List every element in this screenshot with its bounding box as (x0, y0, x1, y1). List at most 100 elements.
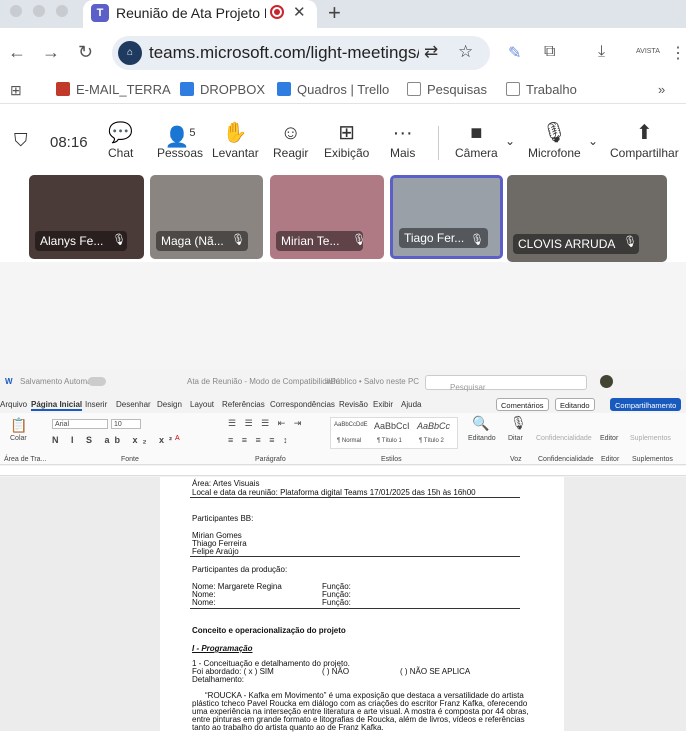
tab-correspondencias[interactable]: Correspondências (270, 400, 335, 409)
editing-mode-button[interactable]: Editando (555, 398, 595, 411)
addins-button[interactable]: Suplementos (630, 435, 671, 442)
avista-extension-icon[interactable]: AVISTA (636, 48, 660, 55)
tab-layout[interactable]: Layout (190, 400, 214, 409)
url-text[interactable]: teams.microsoft.com/light-meetings/l... (149, 43, 419, 63)
bookmark-dropbox[interactable]: DROPBOX (180, 82, 265, 97)
view-button[interactable]: ⊞ Exibição (324, 122, 369, 160)
paste-label[interactable]: Colar (10, 435, 27, 442)
microphone-button[interactable]: 🎙 Microfone (528, 122, 581, 160)
group-label: Fonte (121, 456, 139, 463)
tab-exibir[interactable]: Exibir (373, 400, 393, 409)
font-color-icon[interactable]: A (175, 435, 180, 442)
sensitivity-button[interactable]: Confidencialidade (536, 435, 592, 442)
apps-grid-icon[interactable]: ⊞ (10, 82, 22, 99)
site-info-icon[interactable]: ⌂ (118, 41, 142, 65)
camera-icon: ■ (470, 122, 483, 144)
table-rule (190, 556, 520, 557)
new-tab-button[interactable]: + (328, 0, 341, 26)
tab-design[interactable]: Design (157, 400, 182, 409)
user-avatar[interactable] (600, 375, 613, 388)
style-normal-preview[interactable]: AaBbCcDdE (334, 422, 368, 428)
doc-programacao: I - Programação (192, 644, 253, 653)
word-icon: W (5, 377, 13, 386)
font-format-buttons[interactable]: N I S ab x₂ x² (52, 435, 177, 445)
participant-name: Mirian Te... (276, 231, 364, 251)
autosave-toggle[interactable] (88, 377, 106, 386)
word-title-bar: W Salvamento Automático Ata de Reunião -… (0, 370, 686, 394)
download-icon[interactable]: ⤓ (598, 43, 605, 61)
group-label: Estilos (381, 456, 402, 463)
style-heading1-preview[interactable]: AaBbCcI (374, 421, 410, 431)
participant-video-tile[interactable]: Mirian Te... 🎙 (270, 175, 384, 259)
share-button[interactable]: ⬆ Compartilhar (610, 122, 679, 160)
group-label: Suplementos (632, 456, 673, 463)
browser-tab-active[interactable]: T Reunião de Ata Projeto RC ✕ (83, 0, 317, 28)
translate-icon[interactable]: ⇄ (424, 42, 438, 62)
meeting-stage (0, 262, 686, 370)
extensions-icon[interactable]: ⧉ (544, 43, 555, 61)
align-buttons[interactable]: ≡ ≡ ≡ ≡ ↕ (228, 435, 291, 445)
participant-video-tile[interactable]: CLOVIS ARRUDA 🎙 (507, 175, 667, 262)
dictate-label[interactable]: Ditar (508, 435, 523, 442)
group-label: Parágrafo (255, 456, 286, 463)
maximize-window-icon[interactable] (56, 5, 68, 17)
tab-pagina-inicial[interactable]: Página Inicial (31, 400, 83, 411)
more-button[interactable]: ··· Mais (390, 122, 415, 160)
people-button[interactable]: 👤5 Pessoas (157, 122, 203, 160)
browser-menu-icon[interactable]: ⋮ (670, 43, 686, 63)
mic-icon: 🎙 (231, 234, 245, 246)
style-heading2-preview[interactable]: AaBbCc (417, 421, 450, 431)
paste-icon[interactable]: 📋 (10, 417, 27, 434)
find-icon[interactable]: 🔍 (472, 415, 489, 432)
participant-video-tile[interactable]: Alanys Fe... 🎙 (29, 175, 144, 259)
font-size-select[interactable]: 10 (111, 419, 141, 429)
participant-video-tile-speaking[interactable]: Tiago Fer... 🎙 (390, 175, 503, 259)
react-button[interactable]: ☺ Reagir (273, 122, 308, 160)
document-title: Ata de Reunião - Modo de Compatibilidade (187, 377, 340, 386)
minimize-window-icon[interactable] (33, 5, 45, 17)
tab-desenhar[interactable]: Desenhar (116, 400, 151, 409)
bookmark-trabalho[interactable]: Trabalho (506, 82, 577, 97)
horizontal-ruler[interactable] (0, 466, 686, 476)
raise-hand-button[interactable]: ✋ Levantar (212, 122, 259, 160)
back-icon[interactable]: ← (8, 42, 26, 63)
tab-ajuda[interactable]: Ajuda (401, 400, 421, 409)
styles-gallery[interactable]: AaBbCcDdE AaBbCcI AaBbCc ¶ Normal ¶ Títu… (330, 417, 458, 449)
bookmarks-bar: ⊞ E-MAIL_TERRA DROPBOX Quadros | Trello … (0, 78, 686, 104)
forward-icon[interactable]: → (42, 42, 60, 63)
bookmark-pesquisas[interactable]: Pesquisas (407, 82, 487, 97)
list-buttons[interactable]: ☰ ☰ ☰ ⇤ ⇥ (228, 418, 304, 429)
participant-video-tile[interactable]: Maga (Nã... 🎙 (150, 175, 263, 259)
tab-arquivo[interactable]: Arquivo (0, 400, 27, 409)
tab-inserir[interactable]: Inserir (85, 400, 107, 409)
word-share-button[interactable]: Compartilhamento (610, 398, 682, 411)
people-icon: 👤5 (164, 126, 196, 149)
meeting-timer: 08:16 (50, 134, 88, 151)
camera-options-chevron-icon[interactable]: ⌄ (505, 134, 515, 148)
reload-icon[interactable]: ↻ (78, 42, 93, 63)
word-search-box[interactable]: Pesquisar (425, 375, 587, 392)
font-name-select[interactable]: Arial (52, 419, 108, 429)
style-heading2-label: ¶ Título 2 (419, 438, 444, 444)
mic-icon: 🎙 (352, 234, 366, 246)
comments-button[interactable]: Comentários (496, 398, 549, 411)
doc-nao: ( ) NÃO (322, 667, 350, 676)
editing-group-label[interactable]: Editando (468, 435, 496, 442)
tab-revisao[interactable]: Revisão (339, 400, 368, 409)
bookmark-email-terra[interactable]: E-MAIL_TERRA (56, 82, 171, 97)
close-window-icon[interactable] (10, 5, 22, 17)
chat-button[interactable]: 💬 Chat (108, 122, 133, 160)
bookmark-trello[interactable]: Quadros | Trello (277, 82, 389, 97)
feather-extension-icon[interactable]: ✎ (508, 43, 521, 63)
tab-referencias[interactable]: Referências (222, 400, 265, 409)
mic-options-chevron-icon[interactable]: ⌄ (588, 134, 598, 148)
document-canvas[interactable]: Área: Artes Visuais Local e data da reun… (0, 477, 686, 732)
editor-button[interactable]: Editor (600, 435, 618, 442)
address-bar[interactable]: ⌂ teams.microsoft.com/light-meetings/l..… (112, 36, 490, 70)
camera-button[interactable]: ■ Câmera (455, 122, 498, 160)
close-tab-icon[interactable]: ✕ (293, 3, 306, 21)
trello-icon (277, 82, 291, 96)
bookmark-star-icon[interactable]: ☆ (458, 42, 473, 62)
more-bookmarks-icon[interactable]: » (658, 82, 665, 97)
dictate-icon[interactable]: 🎙 (510, 415, 527, 431)
